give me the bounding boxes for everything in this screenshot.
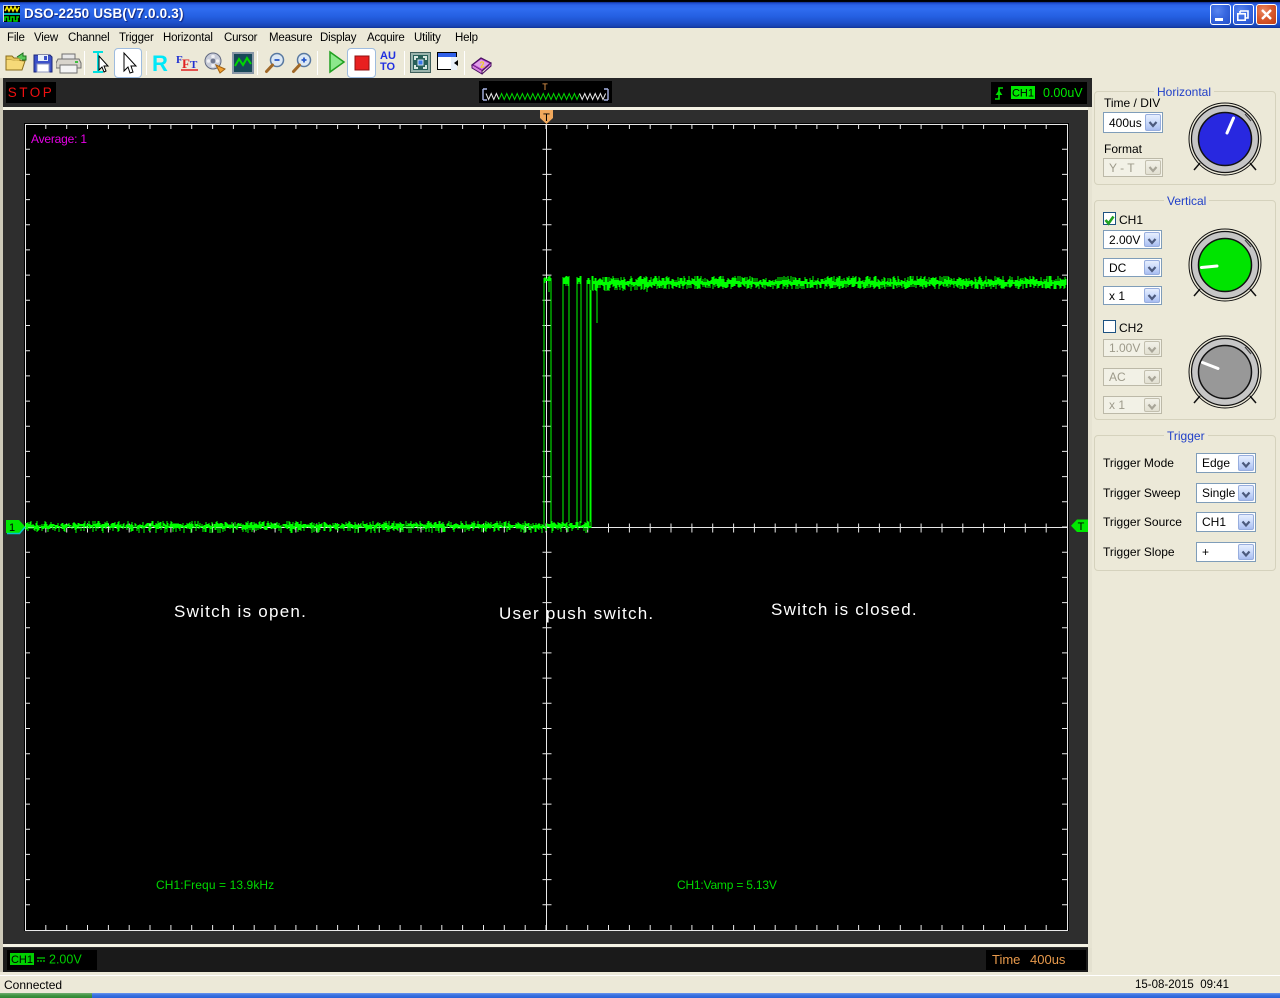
svg-text:Switch is open.: Switch is open.	[174, 602, 307, 621]
svg-text:0.00uV: 0.00uV	[1043, 86, 1083, 100]
svg-text:F: F	[182, 56, 190, 71]
svg-text:CH1: CH1	[11, 954, 33, 966]
svg-text:User push switch.: User push switch.	[499, 604, 654, 623]
svg-text:2.00V: 2.00V	[49, 953, 82, 967]
svg-text:Average: 1: Average: 1	[31, 132, 87, 146]
svg-text:Switch is closed.: Switch is closed.	[771, 600, 918, 619]
svg-text:T: T	[190, 59, 198, 71]
svg-text:CH1: CH1	[1012, 88, 1034, 100]
svg-text:T: T	[1078, 521, 1085, 533]
svg-text:CH1:Frequ = 13.9kHz: CH1:Frequ = 13.9kHz	[156, 878, 274, 892]
svg-text:T: T	[542, 82, 548, 92]
svg-text:T: T	[543, 112, 550, 124]
svg-text:1: 1	[9, 522, 15, 534]
svg-text:CH1:Vamp = 5.13V: CH1:Vamp = 5.13V	[677, 878, 777, 892]
